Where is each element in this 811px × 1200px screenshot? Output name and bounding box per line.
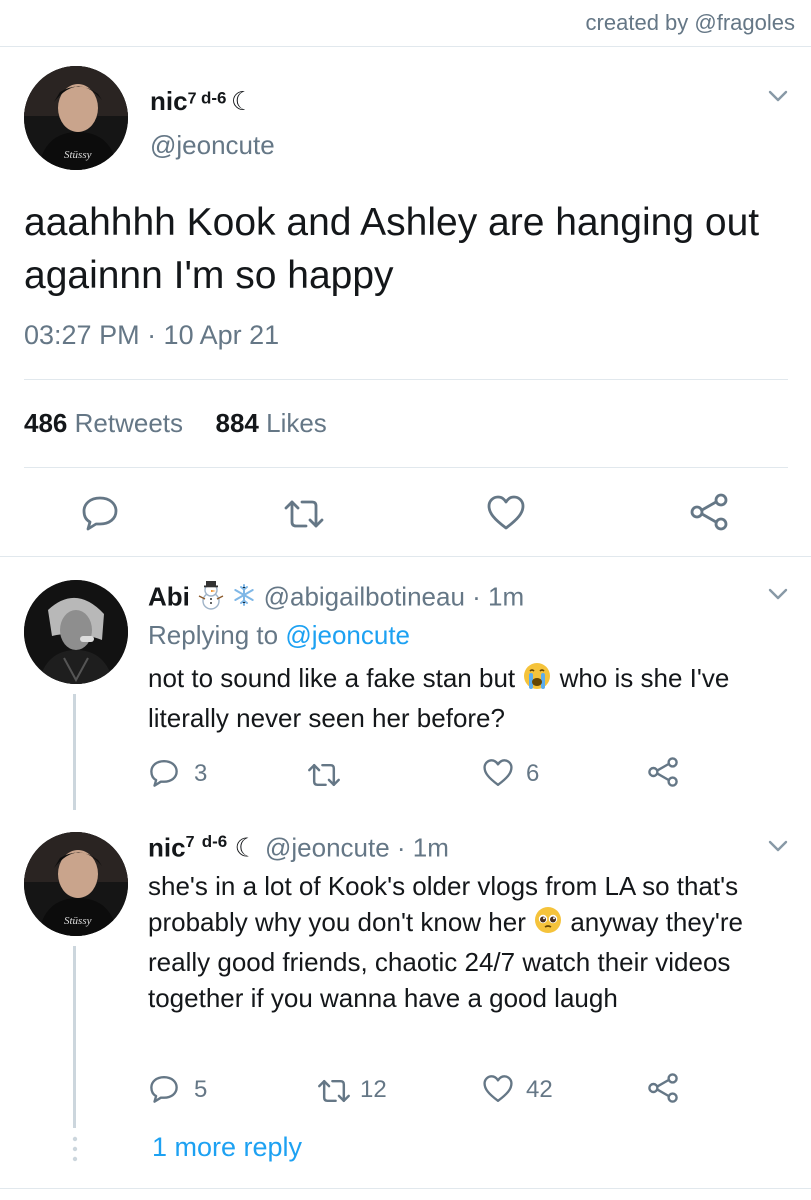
divider — [24, 379, 788, 380]
chevron-down-icon[interactable] — [764, 836, 792, 856]
reply-text: not to sound like a fake stan but who is… — [148, 660, 778, 736]
divider — [0, 46, 811, 47]
like-icon[interactable] — [486, 494, 526, 532]
moon-icon: ☾ — [230, 86, 255, 116]
reply-handle-time[interactable]: @jeoncute · 1m — [265, 833, 449, 863]
reply-icon[interactable] — [80, 494, 120, 532]
reply-icon[interactable] — [148, 1074, 180, 1104]
retweet-count: 12 — [360, 1076, 387, 1103]
retweet-icon[interactable] — [316, 1076, 352, 1106]
author-name-suffix: d-6 — [201, 832, 228, 851]
tweet-timestamp[interactable]: 03:27 PM · 10 Apr 21 — [24, 320, 279, 351]
thread-line — [73, 946, 76, 1128]
like-count: 42 — [526, 1076, 553, 1103]
like-icon[interactable] — [482, 1074, 514, 1104]
avatar[interactable] — [24, 580, 128, 684]
author-name[interactable]: Abi — [148, 581, 190, 611]
reply-count: 5 — [194, 1076, 208, 1103]
svg-text:Stüssy: Stüssy — [64, 149, 92, 161]
crying-face-emoji — [522, 661, 552, 700]
tweet-text: aaahhhh Kook and Ashley are hanging out … — [24, 201, 760, 297]
author-handle[interactable]: @jeoncute — [150, 130, 275, 161]
tweet-stats: 486 Retweets 884 Likes — [24, 408, 327, 439]
credit-text: created by @fragoles — [585, 10, 795, 35]
like-icon[interactable] — [482, 758, 514, 788]
chevron-down-icon[interactable] — [764, 584, 792, 604]
like-count: 6 — [526, 760, 540, 787]
retweet-icon[interactable] — [306, 760, 342, 790]
avatar[interactable]: Stüssy — [24, 832, 128, 936]
replying-to-link[interactable]: @jeoncute — [285, 620, 410, 650]
divider — [24, 467, 788, 468]
author-name[interactable]: nic — [148, 833, 186, 863]
share-icon[interactable] — [646, 1072, 680, 1104]
thread-line — [73, 694, 76, 810]
moon-icon: ☾ — [234, 832, 258, 863]
author-name[interactable]: nic — [150, 86, 188, 116]
likes-stat[interactable]: 884 Likes — [215, 408, 326, 438]
author-name-superscript: 7 — [185, 834, 195, 851]
reply-header: nic7 d-6 ☾ @jeoncute · 1m — [148, 832, 449, 864]
share-icon[interactable] — [646, 756, 680, 788]
replying-to: Replying to @jeoncute — [148, 620, 410, 651]
snowflake-emoji — [232, 583, 256, 614]
divider — [0, 556, 811, 557]
share-icon[interactable] — [688, 492, 730, 532]
snowman-emoji — [197, 580, 225, 617]
retweets-count: 486 — [24, 408, 68, 438]
avatar[interactable]: Stüssy — [24, 66, 128, 170]
retweet-icon[interactable] — [282, 496, 326, 532]
reply-header: Abi @abigailbotineau · 1m — [148, 580, 524, 617]
reply-handle-time[interactable]: @abigailbotineau · 1m — [264, 581, 525, 611]
author-name-superscript: 7 — [187, 90, 197, 108]
reply-text-part1: not to sound like a fake stan but — [148, 663, 516, 693]
reply-icon[interactable] — [148, 758, 180, 788]
divider — [0, 1188, 811, 1189]
retweets-stat[interactable]: 486 Retweets — [24, 408, 183, 438]
retweets-label: Retweets — [74, 408, 184, 438]
thread-dots — [72, 1136, 78, 1167]
main-author: nic7 d-6 ☾ — [150, 86, 254, 117]
replying-to-prefix: Replying to — [148, 620, 286, 650]
likes-count: 884 — [215, 408, 259, 438]
more-replies-link[interactable]: 1 more reply — [152, 1132, 302, 1163]
author-name-suffix: d-6 — [200, 88, 227, 108]
pleading-face-emoji — [533, 905, 563, 944]
likes-label: Likes — [266, 408, 327, 438]
reply-text: she's in a lot of Kook's older vlogs fro… — [148, 868, 768, 1016]
svg-text:Stüssy: Stüssy — [64, 915, 92, 927]
reply-count: 3 — [194, 760, 208, 787]
chevron-down-icon[interactable] — [764, 86, 792, 106]
